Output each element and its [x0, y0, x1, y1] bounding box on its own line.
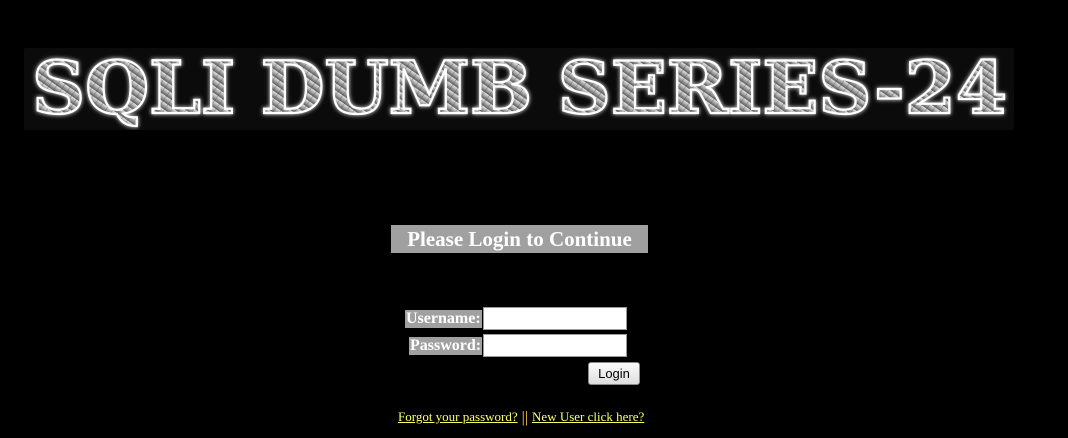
banner-logo: SQLI DUMB SERIES-24 — [24, 48, 1014, 130]
account-links: Forgot your password? || New User click he… — [398, 408, 644, 427]
password-input[interactable] — [483, 334, 627, 357]
banner-logo-graphic: SQLI DUMB SERIES-24 — [31, 48, 1008, 130]
username-input[interactable] — [483, 307, 627, 330]
link-separator: || — [521, 409, 529, 426]
banner-title: SQLI DUMB SERIES-24 — [32, 48, 1007, 130]
page-title: Please Login to Continue — [391, 225, 648, 253]
forgot-password-link[interactable]: Forgot your password? — [398, 409, 518, 424]
login-button[interactable]: Login — [588, 362, 640, 385]
username-label: Username: — [405, 310, 482, 328]
new-user-link[interactable]: New User click here? — [532, 409, 644, 424]
password-label: Password: — [409, 337, 483, 355]
